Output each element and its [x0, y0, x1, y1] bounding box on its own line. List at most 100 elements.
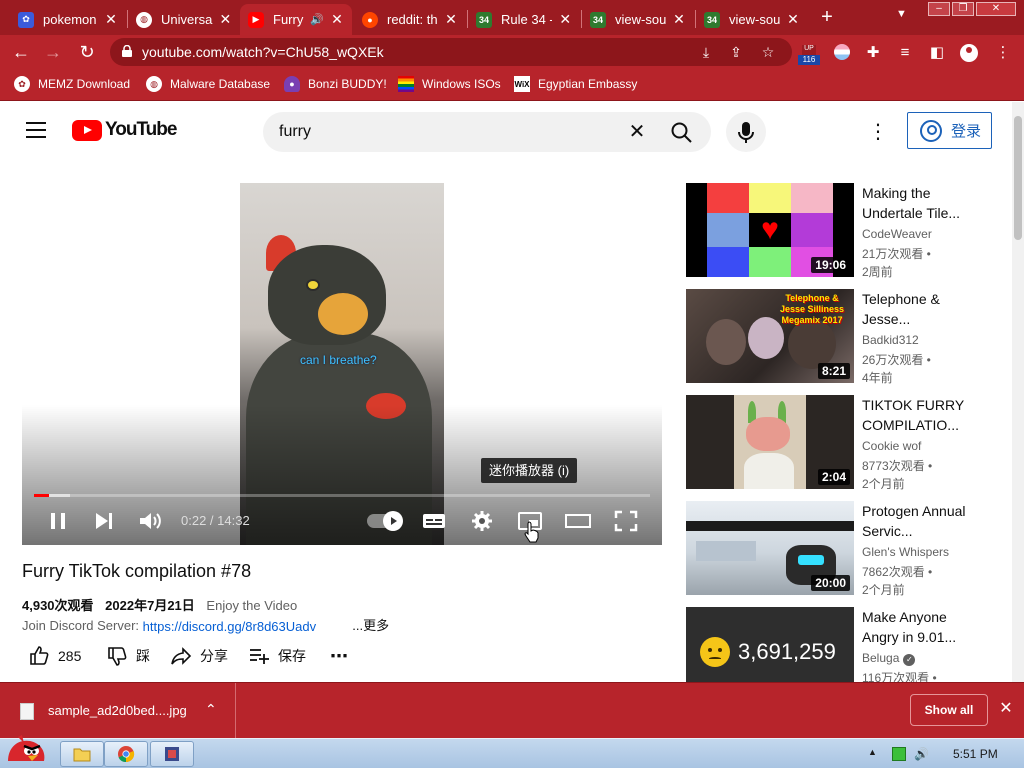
close-tab-icon[interactable]: ✕ — [330, 11, 344, 28]
bookmark-bonzi[interactable]: ● Bonzi BUDDY! — [284, 76, 387, 92]
bookmark-windows-isos[interactable]: Windows ISOs — [398, 76, 501, 92]
related-thumbnail[interactable]: 2:04 — [686, 395, 854, 489]
subtitles-button[interactable] — [420, 509, 448, 533]
bookmark-memz[interactable]: ✿ MEMZ Download — [14, 76, 130, 92]
taskbar-explorer[interactable] — [60, 741, 104, 767]
rainbow-flag-icon — [398, 76, 414, 92]
tab-rule34[interactable]: 34 Rule 34 - ✕ — [468, 4, 580, 35]
close-tab-icon[interactable]: ✕ — [786, 11, 800, 28]
tab-view-source-2[interactable]: 34 view-sou ✕ — [696, 4, 808, 35]
pause-button[interactable] — [44, 509, 72, 533]
close-tab-icon[interactable]: ✕ — [444, 11, 458, 28]
extensions-puzzle-icon[interactable]: ✚ — [864, 44, 882, 62]
video-player[interactable]: can I breathe? 迷你播放器 (i) 0:22 / 14:32 — [22, 183, 662, 545]
side-panel-icon[interactable]: ◧ — [928, 44, 946, 62]
tab-view-source-1[interactable]: 34 view-sou ✕ — [582, 4, 694, 35]
progress-bar[interactable] — [34, 494, 650, 497]
related-thumbnail[interactable]: 3,691,259 — [686, 607, 854, 682]
settings-button[interactable] — [468, 509, 496, 533]
related-title[interactable]: Telephone & Jesse... — [862, 289, 966, 329]
share-icon[interactable]: ⇪ — [728, 44, 744, 60]
related-channel[interactable]: Glen's Whispers — [862, 545, 949, 559]
extension-badge[interactable]: UP 116 — [798, 45, 820, 65]
autoplay-toggle[interactable] — [367, 511, 403, 531]
search-icon[interactable] — [669, 120, 695, 146]
save-button[interactable]: 保存 — [248, 644, 306, 668]
chevron-up-icon[interactable]: ⌃ — [205, 701, 217, 718]
browser-menu-icon[interactable]: ⋮ — [994, 44, 1012, 62]
battery-icon[interactable] — [892, 747, 906, 761]
minimize-button[interactable]: – — [928, 2, 950, 16]
sign-in-button[interactable]: 登录 — [907, 112, 992, 149]
system-clock[interactable]: 5:51 PM — [953, 747, 998, 761]
taskbar-chrome[interactable] — [104, 741, 148, 767]
more-actions-icon[interactable]: ⋯ — [330, 644, 348, 668]
scrollbar-thumb[interactable] — [1014, 116, 1022, 240]
tray-expand-icon[interactable]: ▲ — [868, 747, 882, 761]
mute-button[interactable] — [136, 509, 164, 533]
theater-mode-button[interactable] — [564, 509, 592, 533]
restore-button[interactable]: ❐ — [952, 2, 974, 16]
clear-search-icon[interactable]: ✕ — [625, 120, 649, 144]
discord-link[interactable]: https://discord.gg/8r8d63Uadv — [143, 619, 316, 634]
trans-flag-extension-icon[interactable] — [834, 44, 850, 60]
new-tab-button[interactable]: + — [817, 6, 837, 28]
angry-bird-start-icon[interactable] — [4, 731, 50, 768]
youtube-logo[interactable]: YouTube — [72, 119, 177, 141]
media-controls-icon[interactable]: ≡ — [896, 44, 914, 62]
fullscreen-button[interactable] — [612, 509, 640, 533]
related-video[interactable]: 20:00 Protogen Annual Servic... Glen's W… — [686, 501, 976, 597]
related-channel[interactable]: Badkid312 — [862, 333, 919, 347]
related-thumbnail[interactable]: ♥ 19:06 — [686, 183, 854, 277]
tab-reddit[interactable]: ● reddit: th ✕ — [354, 4, 466, 35]
install-app-icon[interactable]: ⤓ — [698, 44, 714, 60]
tab-universal[interactable]: ◍ Universal ✕ — [128, 4, 240, 35]
related-title[interactable]: Making the Undertale Tile... — [862, 183, 966, 223]
related-video[interactable]: 2:04 TIKTOK FURRY COMPILATIO... Cookie w… — [686, 395, 976, 491]
voice-search-button[interactable] — [726, 112, 766, 152]
close-tab-icon[interactable]: ✕ — [672, 11, 686, 28]
guide-menu-icon[interactable] — [26, 122, 46, 138]
related-thumbnail[interactable]: Telephone & Jesse Silliness Megamix 2017… — [686, 289, 854, 383]
related-channel[interactable]: Cookie wof — [862, 439, 921, 453]
show-all-downloads-button[interactable]: Show all — [910, 694, 988, 726]
share-button[interactable]: 分享 — [170, 644, 228, 668]
close-shelf-icon[interactable]: ✕ — [996, 699, 1016, 719]
bookmark-egyptian-embassy[interactable]: WiX Egyptian Embassy — [514, 76, 637, 92]
tab-furry[interactable]: ▶ Furry 🔊 ✕ — [240, 4, 352, 35]
related-video[interactable]: ♥ 19:06 Making the Undertale Tile... Cod… — [686, 183, 976, 279]
like-button[interactable]: 285 — [28, 644, 81, 668]
close-tab-icon[interactable]: ✕ — [104, 11, 118, 28]
next-icon — [96, 513, 112, 529]
forward-button[interactable]: → — [42, 41, 64, 63]
search-input[interactable] — [279, 120, 619, 144]
close-tab-icon[interactable]: ✕ — [219, 11, 232, 28]
close-tab-icon[interactable]: ✕ — [558, 11, 572, 28]
related-video[interactable]: Telephone & Jesse Silliness Megamix 2017… — [686, 289, 976, 385]
close-window-button[interactable]: ✕ — [976, 2, 1016, 16]
show-more-button[interactable]: ...更多 — [352, 618, 389, 633]
bookmark-malware-database[interactable]: ◍ Malware Database — [146, 76, 270, 92]
settings-more-icon[interactable]: ⋮ — [868, 120, 888, 144]
page-scrollbar[interactable] — [1012, 102, 1024, 682]
address-bar[interactable]: youtube.com/watch?v=ChU58_wQXEk ⤓ ⇪ ☆ — [110, 38, 792, 66]
taskbar-app[interactable] — [150, 741, 194, 767]
back-button[interactable]: ← — [10, 41, 32, 63]
related-channel[interactable]: CodeWeaver — [862, 227, 932, 241]
profile-icon[interactable] — [960, 44, 978, 62]
reload-button[interactable]: ↻ — [76, 41, 98, 63]
related-thumbnail[interactable]: 20:00 — [686, 501, 854, 595]
related-video[interactable]: 3,691,259 Make Anyone Angry in 9.01... B… — [686, 607, 976, 682]
related-title[interactable]: TIKTOK FURRY COMPILATIO... — [862, 395, 966, 435]
tab-pokemon[interactable]: ✿ pokemon ✕ — [10, 4, 126, 35]
related-channel[interactable]: Beluga ✓ — [862, 651, 916, 666]
speaker-icon[interactable]: 🔊 — [310, 13, 324, 26]
dislike-button[interactable]: 踩 — [106, 644, 150, 668]
next-button[interactable] — [90, 509, 118, 533]
tab-search-chevron-icon[interactable]: ▼ — [896, 8, 907, 20]
related-title[interactable]: Protogen Annual Servic... — [862, 501, 966, 541]
volume-tray-icon[interactable]: 🔊 — [914, 747, 929, 761]
video-meta[interactable]: 4,930次观看 2022年7月21日 Enjoy the Video — [22, 595, 305, 614]
related-title[interactable]: Make Anyone Angry in 9.01... — [862, 607, 966, 647]
bookmark-star-icon[interactable]: ☆ — [760, 44, 776, 60]
